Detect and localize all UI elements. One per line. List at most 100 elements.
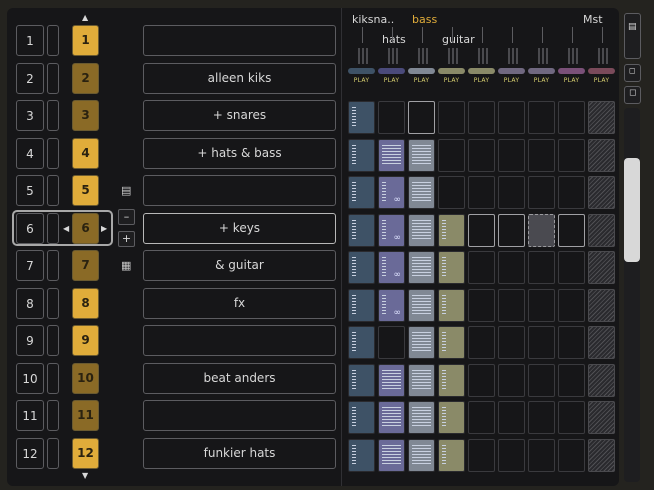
empty-clip-slot[interactable] [468, 214, 495, 247]
scene-name-field[interactable]: & guitar [143, 250, 336, 281]
empty-clip-slot[interactable] [498, 326, 525, 359]
empty-clip-slot[interactable] [408, 101, 435, 134]
empty-clip-slot[interactable] [438, 101, 465, 134]
clip-slot[interactable] [348, 101, 375, 134]
clip-slot[interactable] [408, 326, 435, 359]
scene-slot[interactable] [47, 438, 59, 469]
track-name[interactable]: bass [412, 13, 437, 26]
scene-slot[interactable] [47, 63, 59, 94]
scene-name-field[interactable] [143, 400, 336, 431]
clip-slot[interactable] [348, 289, 375, 322]
scene-launch-button[interactable]: 10 [72, 363, 99, 394]
scene-number[interactable]: 1 [16, 25, 44, 56]
play-button[interactable]: PLAY [468, 77, 495, 84]
clip-slot[interactable] [438, 364, 465, 397]
clip-slot[interactable] [408, 364, 435, 397]
scene-launch-button[interactable]: 4 [72, 138, 99, 169]
scene-launch-button[interactable]: 1 [72, 25, 99, 56]
scroll-down-arrow[interactable]: ▼ [82, 471, 88, 480]
scene-slot[interactable] [47, 363, 59, 394]
scene-name-field[interactable] [143, 175, 336, 206]
clip-slot[interactable] [408, 139, 435, 172]
clip-slot[interactable] [348, 364, 375, 397]
clip-slot[interactable] [408, 176, 435, 209]
empty-clip-slot[interactable] [528, 401, 555, 434]
scene-number[interactable]: 10 [16, 363, 44, 394]
scene-launch-button[interactable]: 5 [72, 175, 99, 206]
next-scene-arrow[interactable]: ▶ [101, 224, 107, 233]
empty-clip-slot[interactable] [528, 364, 555, 397]
empty-clip-slot[interactable] [558, 251, 585, 284]
clip-slot[interactable] [438, 289, 465, 322]
scene-name-field[interactable]: + keys [143, 213, 336, 244]
clip-slot[interactable]: ∞ [378, 289, 405, 322]
empty-clip-slot[interactable] [558, 176, 585, 209]
play-button[interactable]: PLAY [408, 77, 435, 84]
clip-slot[interactable] [408, 401, 435, 434]
empty-clip-slot[interactable] [438, 176, 465, 209]
scene-slot[interactable] [47, 175, 59, 206]
empty-clip-slot[interactable] [468, 401, 495, 434]
track-name[interactable]: hats [382, 33, 406, 46]
clip-slot[interactable] [348, 326, 375, 359]
clip-slot[interactable] [438, 251, 465, 284]
scene-name-field[interactable]: beat anders [143, 363, 336, 394]
empty-clip-slot[interactable] [498, 289, 525, 322]
clip-slot[interactable] [378, 401, 405, 434]
scene-launch-button[interactable]: 9 [72, 325, 99, 356]
scene-slot[interactable] [47, 250, 59, 281]
scene-slot[interactable] [47, 325, 59, 356]
scene-insert-icon[interactable]: ▤ [121, 184, 131, 197]
track-name[interactable]: guitar [442, 33, 475, 46]
scene-name-field[interactable]: alleen kiks [143, 63, 336, 94]
scene-launch-button[interactable]: 7 [72, 250, 99, 281]
empty-clip-slot[interactable] [498, 364, 525, 397]
prev-scene-arrow[interactable]: ◀ [63, 224, 69, 233]
play-button[interactable]: PLAY [438, 77, 465, 84]
clip-slot[interactable] [408, 439, 435, 472]
empty-clip-slot[interactable] [528, 101, 555, 134]
master-slot[interactable] [588, 364, 615, 397]
clip-slot[interactable] [348, 214, 375, 247]
empty-clip-slot[interactable] [498, 439, 525, 472]
master-slot[interactable] [588, 214, 615, 247]
clip-slot[interactable] [438, 401, 465, 434]
clip-slot[interactable] [348, 139, 375, 172]
clip-slot[interactable] [438, 214, 465, 247]
empty-clip-slot[interactable] [378, 326, 405, 359]
scene-name-field[interactable]: + hats & bass [143, 138, 336, 169]
master-slot[interactable] [588, 251, 615, 284]
scene-number[interactable]: 12 [16, 438, 44, 469]
play-button[interactable]: PLAY [588, 77, 615, 84]
scene-launch-button[interactable]: 11 [72, 400, 99, 431]
clip-slot[interactable] [348, 251, 375, 284]
empty-clip-slot[interactable] [558, 214, 585, 247]
empty-clip-slot[interactable] [438, 139, 465, 172]
empty-clip-slot[interactable] [498, 214, 525, 247]
scene-slot[interactable] [47, 400, 59, 431]
scene-launch-button[interactable]: 8 [72, 288, 99, 319]
empty-clip-slot[interactable] [468, 326, 495, 359]
scene-number[interactable]: 9 [16, 325, 44, 356]
empty-clip-slot[interactable] [468, 251, 495, 284]
clip-slot[interactable] [378, 139, 405, 172]
empty-clip-slot[interactable] [498, 101, 525, 134]
scene-number[interactable]: 5 [16, 175, 44, 206]
clip-slot[interactable] [408, 214, 435, 247]
master-slot[interactable] [588, 401, 615, 434]
scroll-up-arrow[interactable]: ▲ [82, 13, 88, 22]
scene-slot[interactable] [47, 100, 59, 131]
scene-name-field[interactable] [143, 25, 336, 56]
clip-slot[interactable] [408, 251, 435, 284]
scene-duplicate-icon[interactable]: ▦ [121, 259, 131, 272]
scene-name-field[interactable]: funkier hats [143, 438, 336, 469]
play-button[interactable]: PLAY [498, 77, 525, 84]
empty-clip-slot[interactable] [558, 401, 585, 434]
scene-slot[interactable] [47, 25, 59, 56]
clip-slot[interactable] [348, 401, 375, 434]
clip-slot[interactable]: ∞ [378, 251, 405, 284]
master-slot[interactable] [588, 289, 615, 322]
empty-clip-slot[interactable] [468, 101, 495, 134]
scene-launch-button[interactable]: 2 [72, 63, 99, 94]
empty-clip-slot[interactable] [558, 364, 585, 397]
